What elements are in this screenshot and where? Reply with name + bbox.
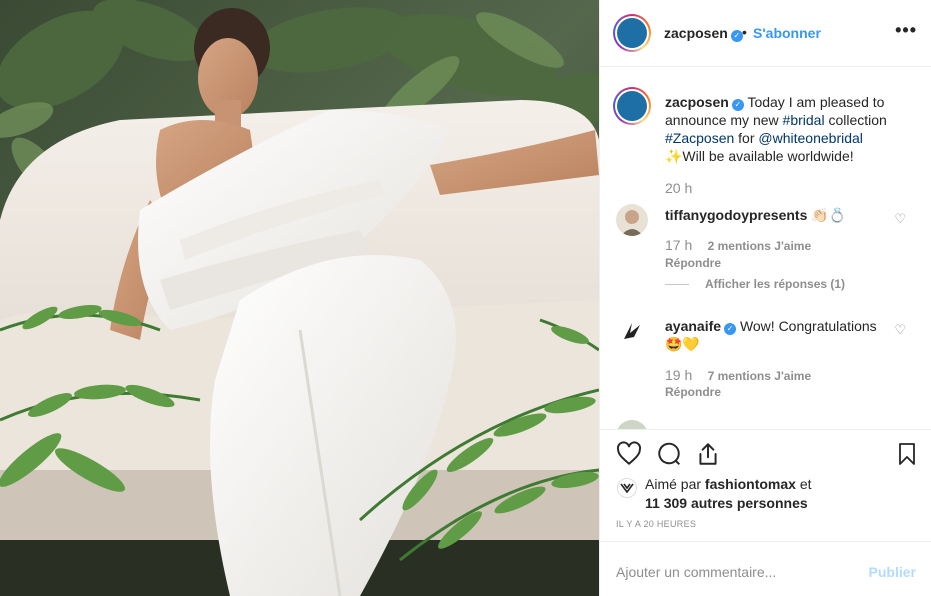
post-time-ago[interactable]: IL Y A 20 HEURES	[616, 519, 696, 529]
commenter-username[interactable]: tiffanygodoypresents	[665, 207, 807, 223]
view-replies-button[interactable]: Afficher les réponses (1)	[665, 277, 845, 291]
comment-text: tiffanygodoypresents 👏🏻💍	[665, 207, 847, 223]
commenter-avatar[interactable]	[616, 315, 648, 347]
liker-username[interactable]: fashiontomax	[705, 476, 796, 492]
commenter-avatar[interactable]	[616, 204, 648, 236]
more-options-icon[interactable]: •••	[895, 20, 917, 41]
post-photo[interactable]	[0, 0, 599, 596]
comment-bubble-icon[interactable]	[656, 441, 682, 467]
liker-avatar-image	[620, 483, 634, 494]
share-icon[interactable]	[695, 441, 721, 467]
reply-button[interactable]: Répondre	[665, 256, 721, 270]
like-comment-heart-icon[interactable]: ♡	[894, 211, 906, 227]
follow-button[interactable]: S'abonner	[753, 25, 821, 41]
likes-count[interactable]: 11 309 autres personnes	[645, 495, 808, 511]
caption-timestamp[interactable]: 20 h	[665, 180, 692, 196]
verified-icon: ✓	[724, 323, 737, 335]
comment-meta: 17 h 2 mentions J'aime	[665, 237, 811, 253]
author-avatar[interactable]	[613, 14, 651, 52]
mention-whiteonebridal[interactable]: @whiteonebridal	[758, 130, 863, 146]
comment-input[interactable]: Ajouter un commentaire...	[616, 564, 776, 580]
hashtag-zacposen[interactable]: #Zacposen	[665, 130, 734, 146]
verified-icon: ✓	[730, 30, 743, 42]
comment-meta: 19 h 7 mentions J'aime	[665, 367, 811, 383]
add-comment-bar: Ajouter un commentaire... Publier	[600, 541, 931, 596]
commenter-avatar-image	[616, 315, 648, 347]
bridal-photo-illustration	[0, 0, 599, 596]
caption-username[interactable]: zacposen ✓	[665, 94, 744, 111]
comment-likes[interactable]: 2 mentions J'aime	[708, 239, 812, 253]
post-actions: Aimé par fashiontomax et 11 309 autres p…	[600, 431, 931, 541]
comment-text: ayanaife ✓ Wow! Congratulations 🤩💛	[665, 318, 877, 352]
commenter-username[interactable]: ayanaife ✓	[665, 318, 737, 335]
like-comment-heart-icon[interactable]: ♡	[894, 322, 906, 338]
verified-icon: ✓	[731, 99, 744, 111]
like-heart-icon[interactable]	[616, 441, 642, 467]
author-username[interactable]: zacposen ✓	[664, 25, 743, 42]
caption-text: zacposen ✓ Today I am pleased to announce…	[665, 94, 887, 164]
likes-summary: Aimé par fashiontomax et 11 309 autres p…	[645, 476, 812, 511]
liker-avatar[interactable]	[617, 478, 637, 498]
caption-avatar[interactable]	[613, 87, 651, 125]
publish-button[interactable]: Publier	[869, 564, 916, 580]
comments-list[interactable]: zacposen ✓ Today I am pleased to announce…	[600, 68, 931, 430]
comment-timestamp[interactable]: 17 h	[665, 237, 692, 253]
commenter-avatar[interactable]	[616, 420, 648, 429]
comment-likes[interactable]: 7 mentions J'aime	[708, 369, 812, 383]
hashtag-bridal[interactable]: #bridal	[783, 112, 825, 128]
comment-timestamp[interactable]: 19 h	[665, 367, 692, 383]
reply-button[interactable]: Répondre	[665, 385, 721, 399]
post-details-panel: zacposen ✓ • S'abonner ••• zacposen ✓ Toda…	[599, 0, 931, 596]
separator-dot: •	[742, 24, 747, 40]
save-bookmark-icon[interactable]	[895, 441, 919, 467]
post-header: zacposen ✓ • S'abonner •••	[600, 0, 931, 67]
commenter-avatar-image	[616, 204, 648, 236]
